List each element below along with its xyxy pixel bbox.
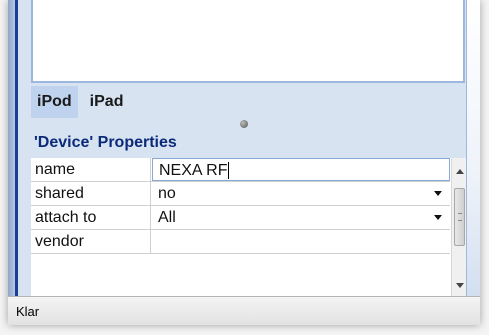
dropdown-arrow-icon[interactable] xyxy=(434,215,442,220)
property-label: name xyxy=(31,158,151,181)
scrollbar-thumb[interactable] xyxy=(454,188,465,246)
designer-panel: iPod iPad 'Device' Properties name NEXA … xyxy=(18,0,467,296)
name-value-input[interactable]: NEXA RF xyxy=(152,158,450,181)
device-tabs: iPod iPad xyxy=(31,86,130,118)
properties-title: 'Device' Properties xyxy=(34,134,177,151)
dropdown-arrow-icon[interactable] xyxy=(434,191,442,196)
property-grid: name NEXA RF shared no attach to All ven… xyxy=(31,158,467,296)
status-bar: Klar xyxy=(8,296,480,325)
left-frame-bar xyxy=(8,0,18,296)
right-side-pane xyxy=(466,0,480,296)
property-row-name: name NEXA RF xyxy=(31,158,450,182)
device-preview-area[interactable] xyxy=(31,0,465,83)
shared-value-select[interactable]: no xyxy=(152,182,450,205)
scroll-up-arrow-icon[interactable] xyxy=(456,169,464,174)
text-caret xyxy=(228,162,230,180)
scroll-down-arrow-icon[interactable] xyxy=(456,283,464,288)
shared-value-text: no xyxy=(158,185,176,202)
application-window: iPod iPad 'Device' Properties name NEXA … xyxy=(8,0,480,325)
tab-ipad[interactable]: iPad xyxy=(83,86,130,118)
property-row-attach-to: attach to All xyxy=(31,206,450,230)
attach-to-value-select[interactable]: All xyxy=(152,206,450,229)
property-label: vendor xyxy=(31,230,151,253)
name-value-text: NEXA RF xyxy=(159,162,228,179)
status-text: Klar xyxy=(16,304,40,319)
tab-ipod[interactable]: iPod xyxy=(31,86,78,118)
property-grid-scrollbar[interactable] xyxy=(451,158,467,296)
attach-to-value-text: All xyxy=(158,209,176,226)
property-label: attach to xyxy=(31,206,151,229)
property-row-vendor: vendor xyxy=(31,230,450,254)
property-row-shared: shared no xyxy=(31,182,450,206)
splitter-grip-icon[interactable] xyxy=(240,120,248,128)
vendor-value-input[interactable] xyxy=(152,230,450,253)
property-label: shared xyxy=(31,182,151,205)
